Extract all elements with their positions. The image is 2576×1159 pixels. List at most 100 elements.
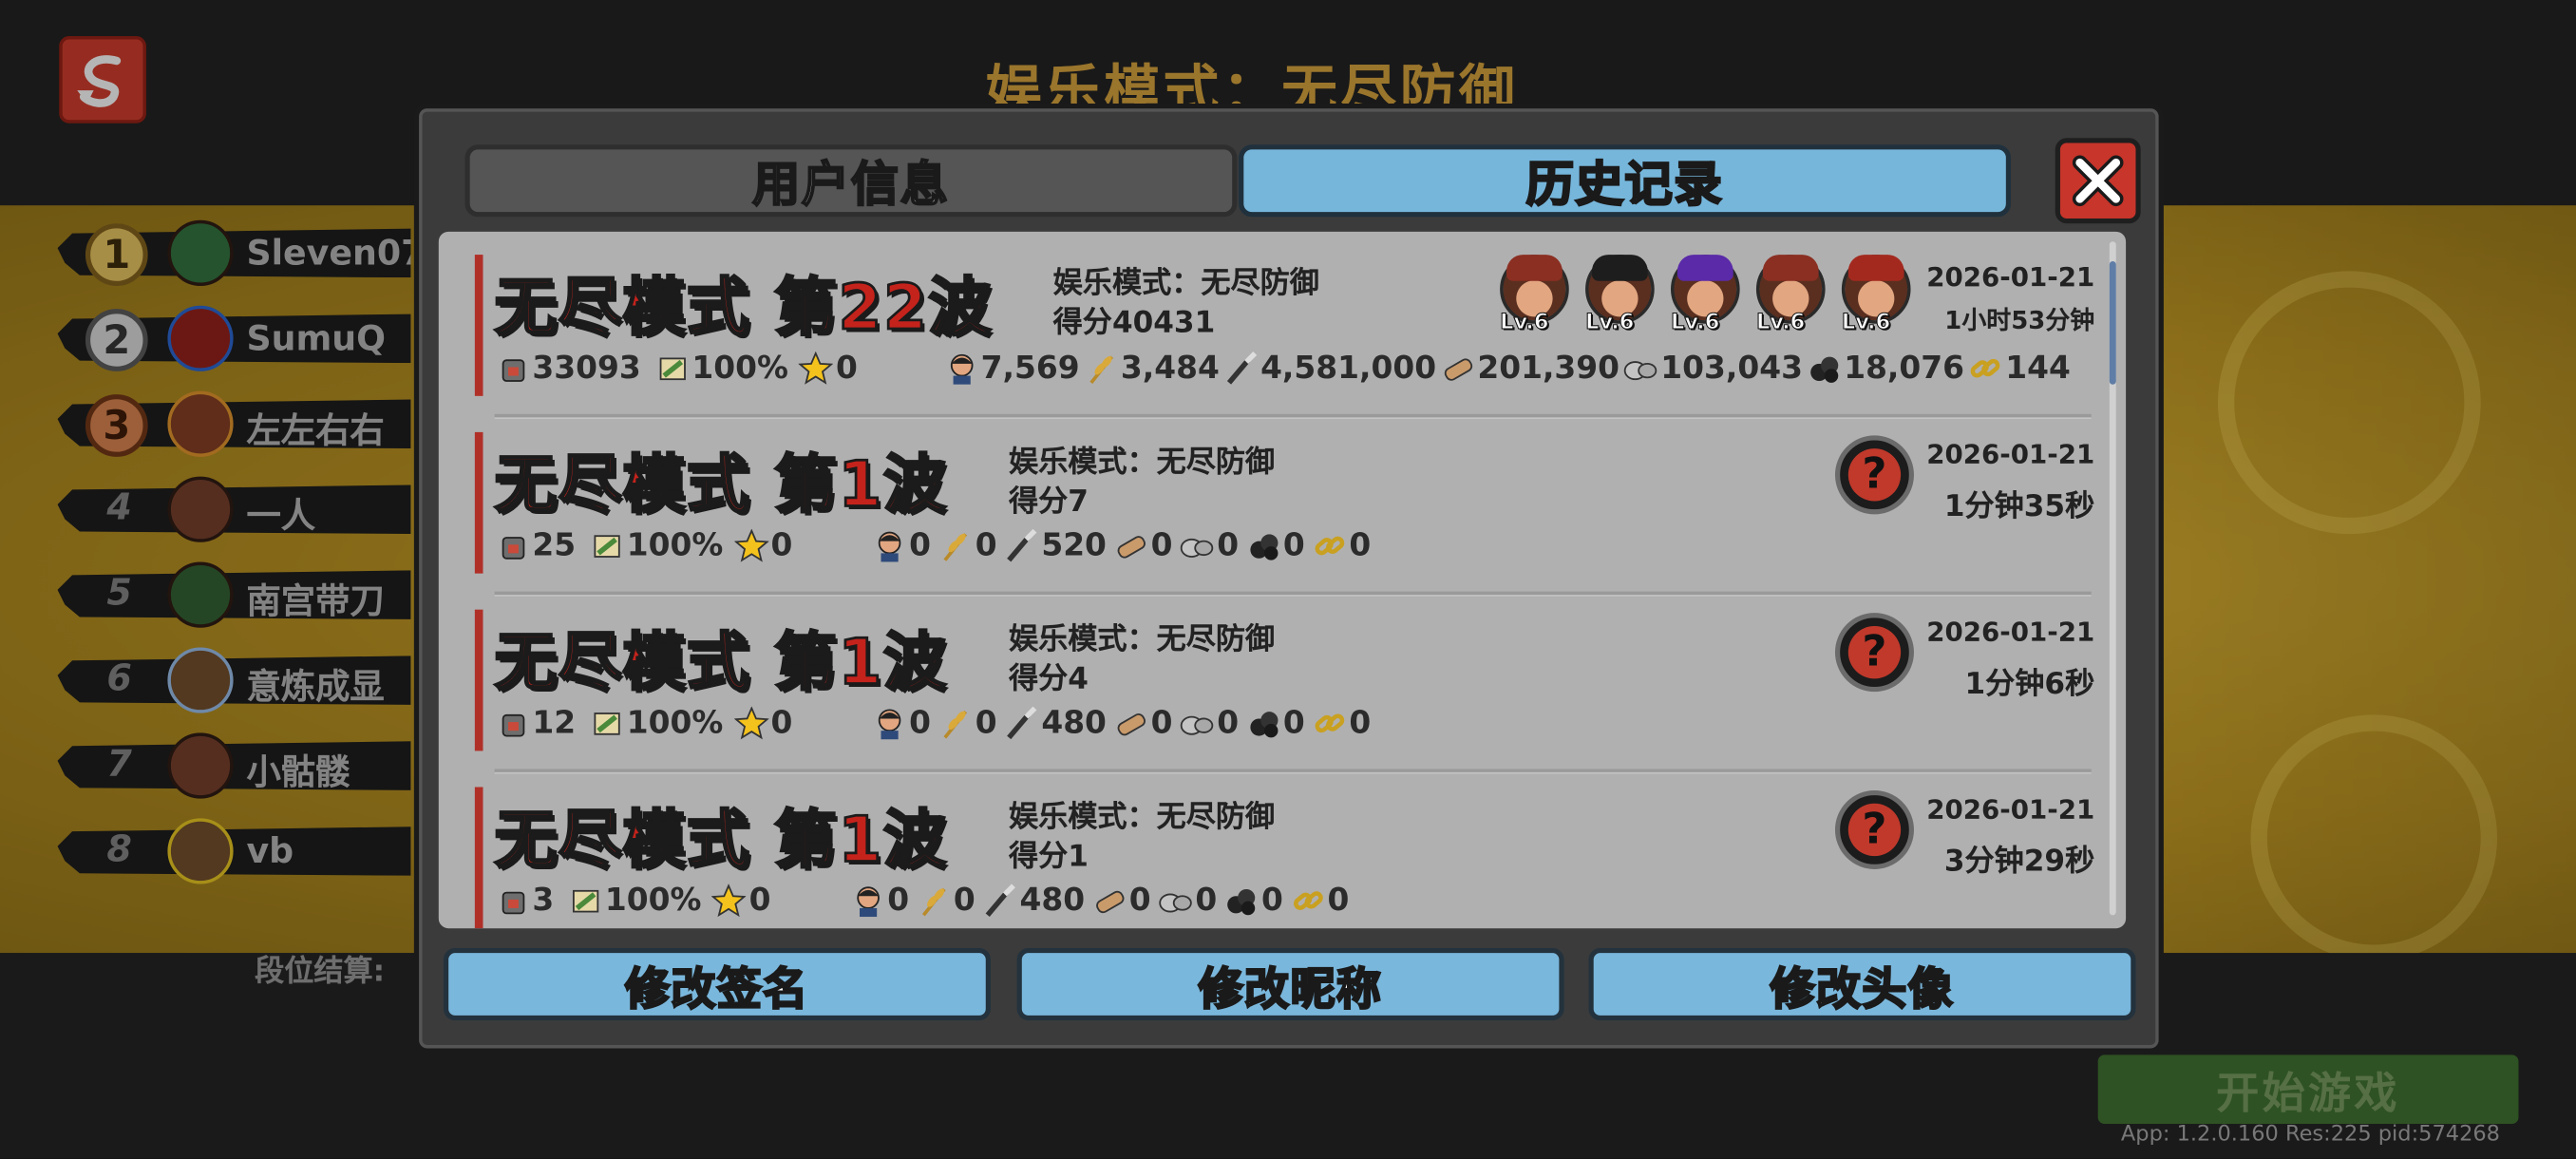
star-stat: 0 [733, 527, 792, 563]
chain-icon [1290, 883, 1326, 919]
coal-stat: 0 [1223, 883, 1283, 919]
chain-stat: 144 [1967, 350, 2071, 386]
brush-icon [982, 883, 1018, 919]
unknown-hero-icon: ? [1834, 789, 1914, 869]
map-icon [567, 883, 603, 919]
map-icon [654, 350, 691, 386]
chain-icon [1967, 350, 2003, 386]
record-title: 无尽模式 第1波 [493, 625, 948, 700]
star-icon [798, 350, 834, 386]
record-accent [474, 787, 483, 929]
brush-icon [1004, 527, 1040, 563]
coal-icon [1223, 883, 1260, 919]
history-list[interactable]: 无尽模式 第22波 娱乐模式：无尽防御 得分40431 Lv.6 Lv.6 Lv… [438, 231, 2127, 929]
record-stats: 12 100% 0 0 0 480 0 0 0 0 [495, 702, 1371, 745]
hero-avatar: Lv.6 [1664, 255, 1743, 336]
record-title: 无尽模式 第1波 [493, 802, 948, 877]
stone-icon [1622, 350, 1658, 386]
trophy-stat: 3 [495, 883, 554, 919]
stone-icon [1158, 883, 1194, 919]
tab-user-info[interactable]: 用户信息 [464, 144, 1238, 218]
brush-stat: 480 [1004, 705, 1107, 741]
map-stat: 100% [567, 883, 701, 919]
history-record[interactable]: 无尽模式 第1波 娱乐模式：无尽防御 得分4 ? 2026-01-21 1分钟6… [474, 609, 2108, 774]
trophy-icon [495, 705, 531, 741]
map-icon [589, 705, 625, 741]
population-stat: 7,569 [943, 350, 1080, 386]
edit-avatar-button[interactable]: 修改头像 [1588, 947, 2136, 1021]
edit-signature-button[interactable]: 修改签名 [443, 947, 991, 1021]
divider [494, 769, 2092, 774]
wood-icon [1440, 350, 1476, 386]
coal-icon [1245, 705, 1281, 741]
record-date: 2026-01-21 [1926, 438, 2095, 470]
record-title: 无尽模式 第22波 [493, 270, 993, 345]
divider [494, 413, 2092, 420]
close-button[interactable] [2055, 138, 2141, 224]
wood-stat: 0 [1091, 883, 1151, 919]
map-stat: 100% [589, 705, 723, 741]
hero-avatar: Lv.6 [1493, 255, 1572, 336]
record-mode: 娱乐模式：无尽防御 [1008, 800, 1276, 835]
tab-history[interactable]: 历史记录 [1239, 144, 2012, 218]
history-record[interactable]: 无尽模式 第1波 娱乐模式：无尽防御 得分7 ? 2026-01-21 1分钟3… [474, 431, 2108, 597]
trophy-stat: 33093 [495, 350, 641, 386]
brush-stat: 520 [1004, 527, 1107, 563]
trophy-stat: 12 [495, 705, 576, 741]
population-icon [871, 705, 907, 741]
record-stats: 3 100% 0 0 0 480 0 0 0 0 [495, 879, 1349, 922]
record-score: 得分7 [1008, 484, 1089, 520]
history-record[interactable]: 无尽模式 第22波 娱乐模式：无尽防御 得分40431 Lv.6 Lv.6 Lv… [474, 255, 2108, 420]
star-icon [711, 883, 748, 919]
trophy-icon [495, 527, 531, 563]
unknown-hero-icon: ? [1834, 613, 1914, 693]
stone-icon [1179, 527, 1215, 563]
brush-icon [1004, 705, 1040, 741]
wheat-icon [938, 705, 974, 741]
profile-dialog: 用户信息 历史记录 无尽模式 第22波 娱乐模式：无尽防御 得分40431 Lv… [413, 103, 2164, 1054]
star-stat: 0 [798, 350, 858, 386]
map-stat: 100% [589, 527, 723, 563]
scrollbar-thumb[interactable] [2109, 261, 2116, 385]
stone-stat: 0 [1179, 527, 1239, 563]
trophy-icon [495, 350, 531, 386]
coal-stat: 18,076 [1806, 350, 1964, 386]
edit-nickname-button[interactable]: 修改昵称 [1016, 947, 1564, 1021]
record-mode: 娱乐模式：无尽防御 [1052, 266, 1319, 301]
record-date: 2026-01-21 [1926, 261, 2095, 293]
wood-icon [1091, 883, 1127, 919]
coal-icon [1245, 527, 1281, 563]
wheat-icon [916, 883, 952, 919]
record-date: 2026-01-21 [1926, 793, 2095, 826]
close-icon [2072, 155, 2124, 207]
trophy-icon [495, 883, 531, 919]
wheat-stat: 3,484 [1083, 350, 1220, 386]
wood-icon [1113, 705, 1149, 741]
record-stats: 25 100% 0 0 0 520 0 0 0 0 [495, 524, 1371, 567]
record-duration: 1分钟6秒 [1964, 667, 2095, 702]
divider [494, 591, 2092, 597]
star-icon [733, 527, 769, 563]
coal-stat: 0 [1245, 527, 1305, 563]
record-date: 2026-01-21 [1926, 616, 2095, 648]
wheat-stat: 0 [938, 705, 997, 741]
map-stat: 100% [654, 350, 788, 386]
hero-team: Lv.6 Lv.6 Lv.6 Lv.6 Lv.6 [1493, 255, 1921, 336]
hero-avatar: Lv.6 [1579, 255, 1657, 336]
map-icon [589, 527, 625, 563]
record-score: 得分40431 [1052, 305, 1216, 341]
wheat-stat: 0 [938, 527, 997, 563]
history-record[interactable]: 无尽模式 第1波 娱乐模式：无尽防御 得分1 ? 2026-01-21 3分钟2… [474, 787, 2108, 929]
record-stats: 33093 100% 0 7,569 3,484 4,581,000 201,3… [495, 347, 2071, 390]
wheat-icon [1083, 350, 1119, 386]
wheat-icon [938, 527, 974, 563]
record-mode: 娱乐模式：无尽防御 [1008, 622, 1276, 657]
hero-avatar: Lv.6 [1750, 255, 1828, 336]
record-accent [474, 609, 483, 751]
record-score: 得分4 [1008, 662, 1089, 697]
record-duration: 1分钟35秒 [1943, 489, 2095, 524]
stone-icon [1179, 705, 1215, 741]
wheat-stat: 0 [916, 883, 975, 919]
population-icon [850, 883, 886, 919]
chain-icon [1312, 527, 1348, 563]
